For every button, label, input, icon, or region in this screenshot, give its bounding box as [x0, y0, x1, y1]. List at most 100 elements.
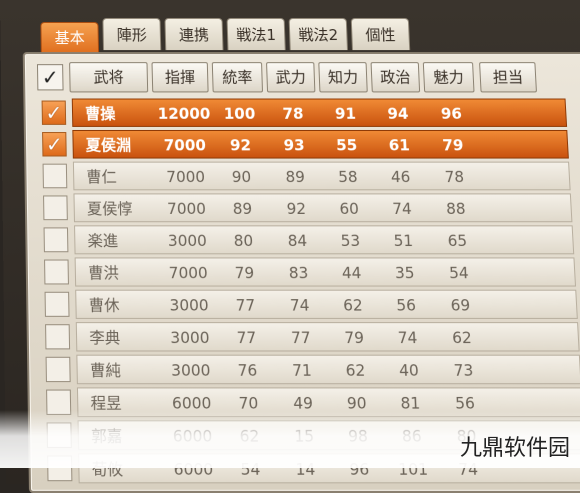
row-checkbox[interactable]: [44, 260, 69, 285]
leadership-value: 90: [216, 163, 268, 192]
command-value: 7000: [155, 163, 217, 192]
war-value: 84: [272, 226, 322, 255]
officer-row[interactable]: 曹休30007774625669: [38, 290, 580, 319]
leadership-value: 80: [218, 226, 270, 255]
command-value: 3000: [156, 226, 218, 255]
intellect-value: 91: [321, 100, 371, 128]
row-cells: 曹洪70007983443554: [75, 257, 576, 286]
row-checkbox[interactable]: [46, 357, 71, 382]
politics-value: 40: [384, 356, 435, 386]
row-checkbox[interactable]: [45, 324, 70, 349]
politics-value: 46: [376, 163, 426, 192]
war-value: 93: [269, 131, 319, 160]
officer-row[interactable]: 曹洪70007983443554: [38, 257, 580, 286]
charm-value: 78: [428, 163, 480, 192]
column-header-assignment[interactable]: 担当: [479, 62, 537, 92]
row-checkbox[interactable]: ✓: [42, 132, 67, 156]
officer-name: 曹純: [84, 356, 171, 386]
column-header-intellect[interactable]: 知力: [318, 62, 367, 92]
officer-row[interactable]: 夏侯惇70008992607488: [37, 193, 580, 222]
war-value: 71: [277, 356, 327, 386]
leadership-value: 100: [214, 100, 265, 128]
row-checkbox[interactable]: [45, 292, 70, 317]
row-cells: 夏侯淵70009293556179: [72, 130, 569, 159]
officer-name: 夏侯惇: [81, 194, 167, 223]
column-header-charm[interactable]: 魅力: [423, 62, 475, 92]
war-value: 77: [276, 323, 326, 352]
command-value: 3000: [159, 323, 221, 352]
column-header-officer[interactable]: 武将: [69, 62, 148, 92]
intellect-value: 62: [330, 356, 381, 386]
war-value: 92: [271, 194, 321, 223]
intellect-value: 60: [324, 194, 374, 223]
command-value: 12000: [153, 100, 214, 128]
leadership-value: 79: [218, 258, 270, 287]
column-header-command[interactable]: 指揮: [151, 62, 208, 92]
officer-row[interactable]: 楽進30008084535165: [37, 225, 580, 254]
row-checkbox[interactable]: [44, 227, 69, 252]
officer-row[interactable]: 李典30007777797462: [39, 322, 580, 351]
officer-row[interactable]: 曹純30007671624073: [39, 355, 580, 385]
officer-name: 楽進: [81, 226, 167, 255]
tab-bar: 基本 陣形 連携 戦法1 戦法2 個性: [40, 10, 41, 54]
officer-name: 李典: [83, 323, 170, 352]
leadership-value: 76: [221, 356, 273, 386]
command-value: 3000: [158, 291, 220, 320]
column-header-politics[interactable]: 政治: [371, 62, 421, 92]
tab-coordination[interactable]: 連携: [164, 18, 223, 50]
intellect-value: 62: [328, 291, 378, 320]
war-value: 74: [275, 291, 325, 320]
tab-tactics-2[interactable]: 戦法2: [289, 18, 348, 50]
officer-row[interactable]: ✓曹操1200010078919496: [35, 99, 580, 127]
intellect-value: 79: [329, 323, 379, 352]
row-checkbox[interactable]: [43, 164, 68, 189]
row-checkbox[interactable]: [43, 195, 68, 220]
column-header-leadership[interactable]: 統率: [212, 62, 263, 92]
charm-value: 65: [431, 226, 483, 255]
leadership-value: 92: [215, 131, 266, 160]
politics-value: 61: [374, 131, 424, 160]
politics-value: 56: [381, 291, 431, 320]
charm-value: 88: [430, 194, 482, 223]
command-value: 7000: [154, 131, 215, 160]
row-cells: 李典30007777797462: [76, 322, 580, 351]
officer-row[interactable]: ✓夏侯淵70009293556179: [36, 130, 580, 159]
charm-value: 62: [436, 323, 489, 352]
war-value: 83: [274, 258, 324, 287]
row-cells: 夏侯惇70008992607488: [73, 193, 572, 222]
officer-name: 曹仁: [80, 163, 166, 192]
row-checkbox[interactable]: ✓: [42, 101, 67, 125]
leadership-value: 77: [219, 291, 271, 320]
command-value: 7000: [157, 258, 219, 287]
war-value: 89: [270, 163, 320, 192]
row-cells: 曹仁70009089584678: [73, 162, 571, 191]
column-header-war[interactable]: 武力: [266, 62, 315, 92]
charm-value: 79: [427, 131, 479, 160]
intellect-value: 55: [322, 131, 372, 160]
select-all-checkbox[interactable]: ✓: [37, 64, 64, 90]
watermark-text: 九鼎软件园: [460, 430, 570, 462]
politics-value: 74: [377, 194, 427, 223]
officer-name: 夏侯淵: [79, 131, 165, 160]
row-cells: 楽進30008084535165: [74, 225, 574, 254]
command-value: 7000: [156, 194, 218, 223]
war-value: 78: [268, 100, 317, 128]
politics-value: 74: [382, 323, 433, 352]
intellect-value: 44: [327, 258, 377, 287]
officer-name: 曹洪: [82, 258, 168, 287]
charm-value: 96: [425, 100, 477, 128]
leadership-value: 77: [220, 323, 272, 352]
politics-value: 35: [380, 258, 430, 287]
politics-value: 94: [373, 100, 423, 128]
leadership-value: 89: [217, 194, 269, 223]
intellect-value: 53: [325, 226, 375, 255]
officer-row[interactable]: 曹仁70009089584678: [36, 162, 580, 191]
tab-personality[interactable]: 個性: [351, 18, 410, 50]
charm-value: 54: [433, 258, 485, 287]
tab-basic[interactable]: 基本: [40, 22, 99, 52]
tab-tactics-1[interactable]: 戦法1: [227, 18, 286, 50]
row-cells: 曹純30007671624073: [76, 355, 580, 385]
charm-value: 69: [434, 291, 487, 320]
politics-value: 51: [378, 226, 428, 255]
tab-formation[interactable]: 陣形: [102, 18, 161, 50]
